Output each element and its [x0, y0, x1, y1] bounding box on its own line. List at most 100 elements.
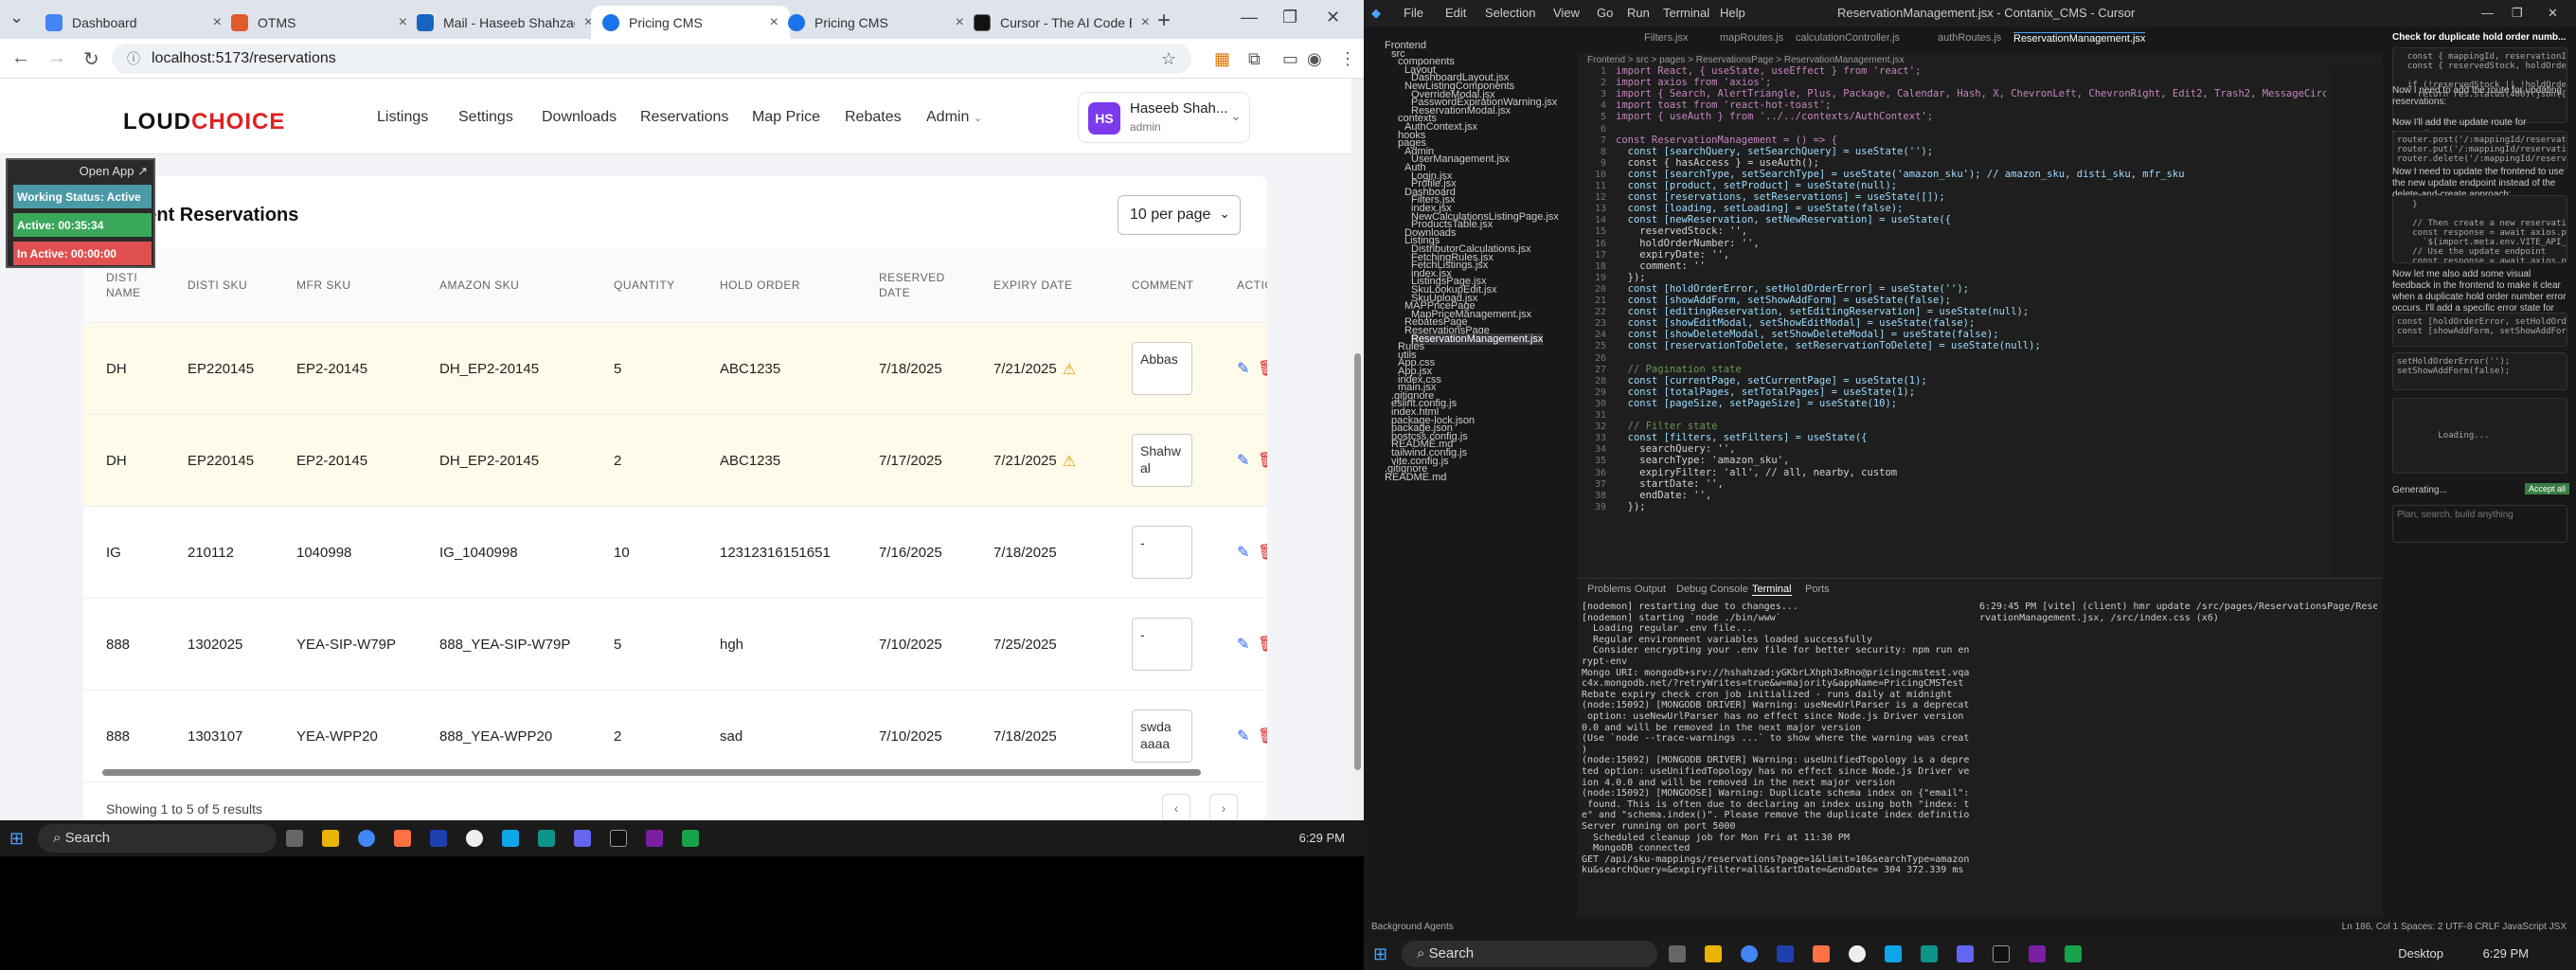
app-icon[interactable]	[1813, 945, 1830, 962]
menu-file[interactable]: File	[1404, 6, 1423, 20]
tab-pricing-cms-active[interactable]: Pricing CMS ×	[591, 6, 790, 39]
app-icon[interactable]	[430, 830, 447, 847]
onenote-icon[interactable]	[2029, 945, 2046, 962]
app-icon[interactable]	[1849, 945, 1866, 962]
editor-tab[interactable]: mapRoutes.js	[1720, 32, 1783, 44]
app-icon[interactable]	[1777, 945, 1794, 962]
code-editor[interactable]: 1 import React, { useState, useEffect } f…	[1578, 66, 2326, 578]
delete-icon[interactable]: 🗑	[1258, 451, 1267, 470]
edit-icon[interactable]: ✎	[1237, 635, 1249, 654]
delete-icon[interactable]: 🗑	[1258, 359, 1267, 378]
nav-map-price[interactable]: Map Price	[752, 109, 820, 126]
per-page-select[interactable]: 10 per page ⌄	[1118, 195, 1241, 235]
nav-admin[interactable]: Admin ⌄	[926, 109, 982, 126]
reload-button[interactable]: ↻	[83, 47, 99, 71]
nav-downloads[interactable]: Downloads	[542, 109, 617, 126]
edit-icon[interactable]: ✎	[1237, 451, 1249, 470]
file-explorer-icon[interactable]	[322, 830, 339, 847]
menu-view[interactable]: View	[1553, 6, 1580, 20]
scroll-thumb[interactable]	[1354, 353, 1361, 770]
minimize-button[interactable]: —	[2481, 6, 2494, 20]
comment-field[interactable]: swda aaaa	[1132, 710, 1192, 763]
address-bar[interactable]: ⓘ localhost:5173/reservations ☆	[112, 44, 1191, 74]
edit-icon[interactable]: ✎	[1237, 727, 1249, 745]
menu-go[interactable]: Go	[1597, 6, 1613, 20]
editor-tab-active[interactable]: ReservationManagement.jsx	[2013, 32, 2146, 45]
file-explorer-icon[interactable]	[1705, 945, 1722, 962]
app-icon[interactable]	[574, 830, 591, 847]
tab-pricing-cms[interactable]: Pricing CMS ×	[777, 6, 975, 39]
tab-cursor[interactable]: Cursor - The AI Code Edi ×	[962, 6, 1161, 39]
cursor-icon[interactable]	[1993, 945, 2010, 962]
user-menu[interactable]: HS Haseeb Shah... admin ⌄	[1078, 92, 1250, 143]
profile-icon[interactable]: ◉	[1307, 49, 1322, 69]
chrome-icon[interactable]	[358, 830, 375, 847]
editor-tab[interactable]: authRoutes.js	[1938, 32, 2001, 44]
excel-icon[interactable]	[682, 830, 699, 847]
tab-dashboard[interactable]: Dashboard ×	[34, 6, 233, 39]
scroll-thumb[interactable]	[102, 769, 1201, 776]
menu-run[interactable]: Run	[1627, 6, 1650, 20]
nav-reservations[interactable]: Reservations	[640, 109, 728, 126]
menu-edit[interactable]: Edit	[1445, 6, 1466, 20]
minimize-button[interactable]: —	[1241, 8, 1258, 27]
extensions-grid-icon[interactable]: ▦	[1214, 49, 1230, 69]
split-view-icon[interactable]: ▭	[1282, 49, 1298, 69]
menu-help[interactable]: Help	[1720, 6, 1745, 20]
app-icon[interactable]	[502, 830, 519, 847]
app-icon[interactable]	[1885, 945, 1902, 962]
back-button[interactable]: ←	[11, 47, 30, 69]
close-window-button[interactable]: ✕	[2548, 6, 2558, 21]
task-view-icon[interactable]	[286, 830, 303, 847]
status-left[interactable]: Background Agents	[1371, 922, 1454, 932]
tree-item[interactable]: ReservationManagement.jsx	[1411, 332, 1544, 345]
forward-button[interactable]: →	[47, 47, 66, 69]
tree-item[interactable]: README.md	[1385, 472, 1446, 483]
excel-icon[interactable]	[2065, 945, 2082, 962]
delete-icon[interactable]: 🗑	[1258, 635, 1267, 654]
terminal-backend[interactable]: [nodemon] restarting due to changes... [n…	[1582, 602, 1970, 914]
delete-icon[interactable]: 🗑	[1258, 543, 1267, 562]
windows-start-icon[interactable]: ⊞	[1373, 944, 1387, 964]
delete-icon[interactable]: 🗑	[1258, 727, 1267, 745]
close-window-button[interactable]: ✕	[1326, 8, 1340, 27]
site-info-icon[interactable]: ⓘ	[127, 49, 140, 68]
nav-rebates[interactable]: Rebates	[845, 109, 902, 126]
onenote-icon[interactable]	[646, 830, 663, 847]
comment-field[interactable]: Abbas	[1132, 342, 1192, 395]
desktop-label[interactable]: Desktop	[2398, 946, 2443, 961]
extensions-puzzle-icon[interactable]: ⧉	[1248, 49, 1261, 69]
comment-field[interactable]: -	[1132, 526, 1192, 579]
close-icon[interactable]: ×	[1141, 14, 1150, 31]
chat-input[interactable]: Plan, search, build anything	[2392, 505, 2567, 543]
windows-start-icon[interactable]: ⊞	[9, 829, 24, 849]
chrome-icon[interactable]	[1741, 945, 1758, 962]
task-view-icon[interactable]	[1669, 945, 1686, 962]
tab-search-icon[interactable]: ⌄	[9, 8, 24, 27]
edit-icon[interactable]: ✎	[1237, 359, 1249, 378]
edit-icon[interactable]: ✎	[1237, 543, 1249, 562]
nav-settings[interactable]: Settings	[458, 109, 513, 126]
tab-mail[interactable]: Mail - Haseeb Shahzad -×	[405, 6, 604, 39]
logo[interactable]: LOUDCHOICE	[123, 109, 285, 135]
panel-tab-output[interactable]: Output	[1635, 584, 1666, 595]
app-icon[interactable]	[394, 830, 411, 847]
panel-tab-debug[interactable]: Debug Console	[1676, 584, 1748, 595]
app-icon[interactable]	[1957, 945, 1974, 962]
panel-tab-terminal[interactable]: Terminal	[1752, 584, 1792, 596]
editor-tab[interactable]: calculationController.js	[1796, 32, 1900, 44]
panel-tab-ports[interactable]: Ports	[1805, 584, 1830, 595]
taskbar-search[interactable]: ⌕ Search	[38, 824, 277, 853]
next-page-button[interactable]: ›	[1209, 794, 1238, 820]
terminal-frontend[interactable]: 6:29:45 PM [vite] (client) hmr update /s…	[1979, 602, 2377, 914]
nav-listings[interactable]: Listings	[377, 109, 428, 126]
cursor-icon[interactable]	[610, 830, 627, 847]
editor-tab[interactable]: Filters.jsx	[1644, 32, 1688, 44]
app-icon[interactable]	[466, 830, 483, 847]
maximize-button[interactable]: ❐	[1282, 8, 1297, 27]
horizontal-scrollbar[interactable]	[93, 766, 1258, 778]
tab-otms[interactable]: OTMS ×	[220, 6, 419, 39]
menu-kebab-icon[interactable]: ⋮	[1339, 49, 1356, 69]
minimap[interactable]	[2331, 64, 2383, 576]
accept-all-button[interactable]: Accept all	[2525, 483, 2570, 494]
